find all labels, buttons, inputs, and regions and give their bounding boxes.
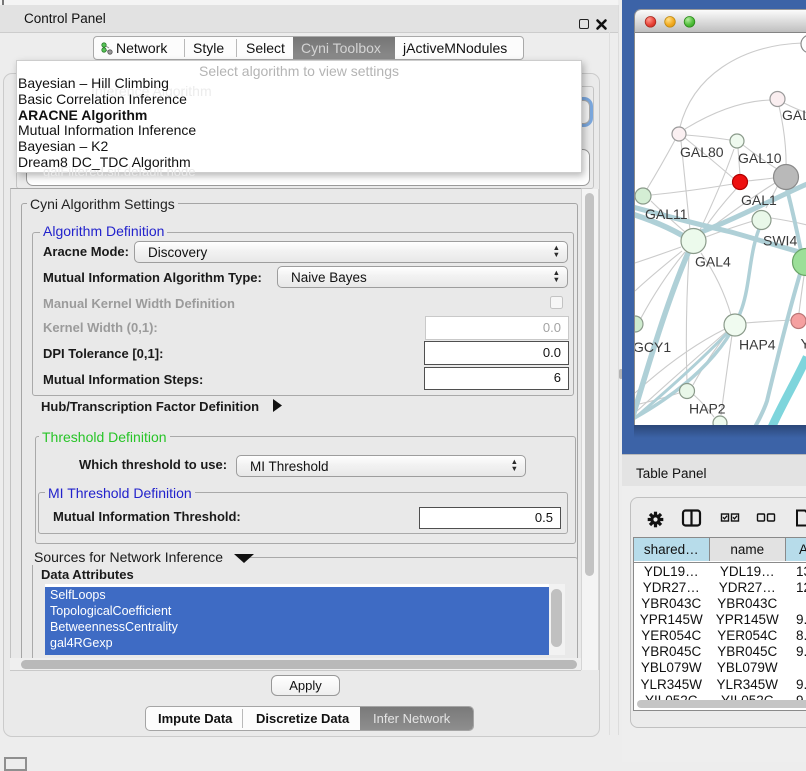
svg-text:GAL10: GAL10 — [738, 150, 782, 166]
svg-text:GAL80: GAL80 — [680, 144, 724, 160]
svg-text:GAL1: GAL1 — [741, 192, 777, 208]
svg-text:SWI4: SWI4 — [763, 233, 797, 249]
svg-text:GAL4: GAL4 — [695, 254, 731, 270]
svg-text:GAL7: GAL7 — [782, 107, 806, 123]
svg-text:GCY1: GCY1 — [635, 339, 671, 355]
svg-text:HAP2: HAP2 — [689, 401, 726, 417]
svg-text:GAL11: GAL11 — [645, 206, 688, 222]
svg-text:HAP4: HAP4 — [739, 337, 776, 353]
svg-text:Y: Y — [801, 336, 806, 352]
